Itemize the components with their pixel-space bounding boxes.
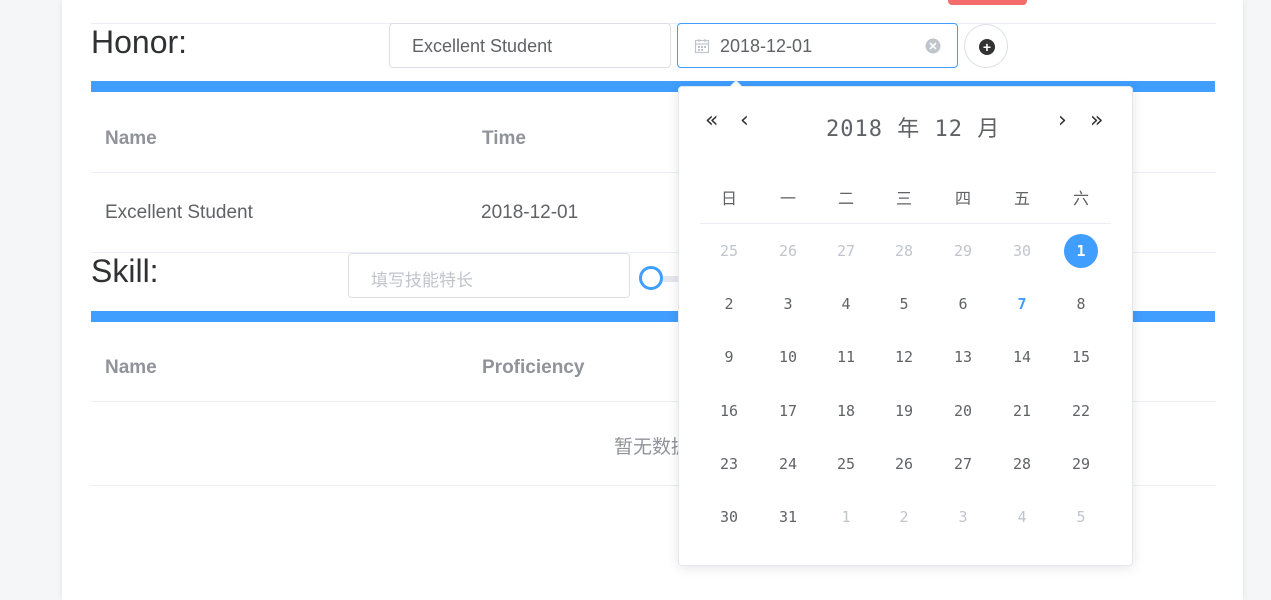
calendar-day[interactable]: 30 <box>711 499 747 535</box>
calendar-day[interactable]: 25 <box>828 446 864 482</box>
calendar-day-other-month[interactable]: 3 <box>945 499 981 535</box>
calendar-day[interactable]: 6 <box>945 286 981 322</box>
weekday-label: 三 <box>895 189 912 208</box>
picker-arrow-inner <box>730 81 742 87</box>
honor-date-value: 2018-12-01 <box>720 36 813 56</box>
calendar-day[interactable]: 23 <box>711 446 747 482</box>
calendar-day-other-month[interactable]: 29 <box>945 233 981 269</box>
calendar-day-other-month[interactable]: 27 <box>828 233 864 269</box>
skill-col-name: Name <box>105 357 157 378</box>
skill-placeholder: 填写技能特长 <box>371 271 473 290</box>
calendar-day[interactable]: 10 <box>770 339 806 375</box>
weekday-label: 四 <box>954 189 971 208</box>
weekday-label: 日 <box>720 189 737 208</box>
calendar-day-other-month[interactable]: 30 <box>1004 233 1040 269</box>
calendar-day[interactable]: 4 <box>828 286 864 322</box>
next-year-button[interactable]: » <box>1090 108 1103 133</box>
skill-col-proficiency: Proficiency <box>482 357 585 378</box>
plus-circle-icon: + <box>979 39 995 55</box>
honor-row-time: 2018-12-01 <box>481 202 579 223</box>
calendar-day[interactable]: 11 <box>828 339 864 375</box>
skill-label: Skill: <box>91 253 159 289</box>
calendar-icon <box>694 38 710 59</box>
calendar-day[interactable]: 21 <box>1004 393 1040 429</box>
weekday-label: 五 <box>1013 189 1030 208</box>
calendar-day[interactable]: 31 <box>770 499 806 535</box>
calendar-day[interactable]: 15 <box>1063 339 1099 375</box>
calendar-day-other-month[interactable]: 1 <box>828 499 864 535</box>
picker-month-unit: 月 <box>977 117 1001 142</box>
picker-year-unit: 年 <box>897 117 921 142</box>
calendar-day-other-month[interactable]: 25 <box>711 233 747 269</box>
honor-name-value: Excellent Student <box>412 36 553 56</box>
calendar-day[interactable]: 13 <box>945 339 981 375</box>
picker-month[interactable]: 12 <box>935 117 964 142</box>
date-picker-panel <box>678 86 1133 566</box>
prev-year-button[interactable]: « <box>705 108 718 133</box>
add-honor-button[interactable]: + <box>964 24 1008 68</box>
prev-month-button[interactable]: ‹ <box>740 108 749 133</box>
honor-col-name: Name <box>105 128 157 149</box>
calendar-day[interactable]: 9 <box>711 339 747 375</box>
honor-row-name: Excellent Student <box>105 202 253 223</box>
danger-button[interactable] <box>948 0 1027 5</box>
weekday-label: 二 <box>837 189 854 208</box>
calendar-day[interactable]: 28 <box>1004 446 1040 482</box>
calendar-day-other-month[interactable]: 4 <box>1004 499 1040 535</box>
weekday-label: 一 <box>779 189 796 208</box>
calendar-day[interactable]: 8 <box>1063 286 1099 322</box>
calendar-day[interactable]: 1 <box>1064 234 1098 268</box>
calendar-day-other-month[interactable]: 5 <box>1063 499 1099 535</box>
calendar-day[interactable]: 24 <box>770 446 806 482</box>
skill-input[interactable]: 填写技能特长 <box>348 253 630 298</box>
calendar-day[interactable]: 22 <box>1063 393 1099 429</box>
calendar-day-other-month[interactable]: 28 <box>886 233 922 269</box>
calendar-day-other-month[interactable]: 2 <box>886 499 922 535</box>
calendar-day[interactable]: 5 <box>886 286 922 322</box>
calendar-day[interactable]: 3 <box>770 286 806 322</box>
calendar-day-other-month[interactable]: 26 <box>770 233 806 269</box>
calendar-day[interactable]: 12 <box>886 339 922 375</box>
weekday-label: 六 <box>1072 189 1089 208</box>
honor-date-input[interactable]: 2018-12-01 <box>677 23 958 68</box>
calendar-day[interactable]: 7 <box>1004 286 1040 322</box>
calendar-day[interactable]: 14 <box>1004 339 1040 375</box>
next-month-button[interactable]: › <box>1058 108 1067 133</box>
calendar-day[interactable]: 18 <box>828 393 864 429</box>
calendar-day[interactable]: 16 <box>711 393 747 429</box>
calendar-day[interactable]: 29 <box>1063 446 1099 482</box>
calendar-day[interactable]: 20 <box>945 393 981 429</box>
picker-year[interactable]: 2018 <box>826 117 883 142</box>
proficiency-slider-handle[interactable] <box>639 266 663 290</box>
weekday-divider <box>700 223 1111 224</box>
calendar-day[interactable]: 27 <box>945 446 981 482</box>
calendar-day[interactable]: 2 <box>711 286 747 322</box>
honor-label: Honor: <box>91 24 188 60</box>
picker-header-title: 2018 年 12 月 <box>826 111 1000 143</box>
honor-name-input[interactable]: Excellent Student <box>389 23 671 68</box>
calendar-day[interactable]: 17 <box>770 393 806 429</box>
calendar-day[interactable]: 26 <box>886 446 922 482</box>
circle-close-icon[interactable] <box>925 38 941 59</box>
honor-col-time: Time <box>482 128 527 149</box>
calendar-day[interactable]: 19 <box>886 393 922 429</box>
